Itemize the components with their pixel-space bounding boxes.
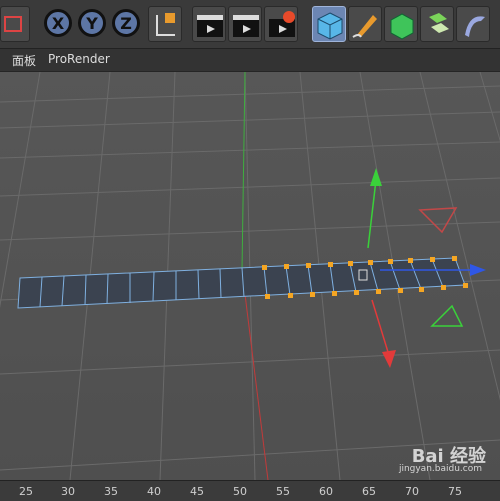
main-toolbar: X Y Z xyxy=(0,0,500,49)
coordinate-system-button[interactable] xyxy=(148,6,182,42)
gizmo-plane-xy-icon[interactable] xyxy=(430,304,464,327)
world-y-axis xyxy=(241,72,246,271)
stacked-cubes-icon xyxy=(429,13,449,33)
x-axis-label: X xyxy=(51,13,65,33)
viewport-menu-bar: 面板 ProRender xyxy=(0,49,500,72)
undo-icon[interactable] xyxy=(0,6,30,42)
gizmo-x-arrow-icon[interactable] xyxy=(382,350,396,368)
texture-mode-button[interactable] xyxy=(348,6,382,42)
x-axis-lock-button[interactable]: X xyxy=(44,9,72,37)
menu-panel[interactable]: 面板 xyxy=(12,52,36,69)
tube-icon xyxy=(465,16,485,37)
polygon-strip[interactable] xyxy=(17,256,468,309)
ruler-tick-label: 30 xyxy=(61,485,75,498)
gizmo-y-axis[interactable] xyxy=(367,179,377,249)
cube-icon xyxy=(317,12,343,40)
watermark-sub: jingyan.baidu.com xyxy=(398,464,482,474)
render-settings-button[interactable] xyxy=(264,6,298,42)
ruler-tick-label: 75 xyxy=(448,485,462,498)
gizmo-plane-xz-icon[interactable] xyxy=(418,207,458,234)
ruler-tick-label: 45 xyxy=(190,485,204,498)
model-mode-button[interactable] xyxy=(312,6,346,42)
y-axis-label: Y xyxy=(86,13,98,33)
world-x-axis xyxy=(241,269,269,480)
ruler-tick-label: 35 xyxy=(104,485,118,498)
gizmo-x-axis[interactable] xyxy=(371,299,389,353)
ruler-tick-label: 55 xyxy=(276,485,290,498)
render-view-button[interactable] xyxy=(192,6,226,42)
menu-prorender[interactable]: ProRender xyxy=(48,52,110,66)
polygon-mode-button[interactable] xyxy=(420,6,454,42)
point-mode-button[interactable] xyxy=(384,6,418,42)
ruler-tick-label: 70 xyxy=(405,485,419,498)
coordinate-system-icon xyxy=(156,13,175,36)
sculpt-mode-button[interactable] xyxy=(456,6,490,42)
render-picture-viewer-button[interactable] xyxy=(228,6,262,42)
gizmo-y-arrow-icon[interactable] xyxy=(370,168,382,186)
ruler-tick-label: 50 xyxy=(233,485,247,498)
gizmo-z-arrow-icon[interactable] xyxy=(470,264,486,276)
viewport-canvas xyxy=(0,72,500,480)
render-settings-icon xyxy=(269,11,295,37)
z-axis-lock-button[interactable]: Z xyxy=(112,9,140,37)
3d-viewport[interactable] xyxy=(0,72,500,480)
clapboard-icon xyxy=(197,15,223,37)
y-axis-lock-button[interactable]: Y xyxy=(78,9,106,37)
watermark: Bai 经验 jingyan.baidu.com xyxy=(399,442,486,474)
ruler-tick-label: 40 xyxy=(147,485,161,498)
brush-icon xyxy=(352,15,377,38)
z-axis-label: Z xyxy=(120,13,132,33)
green-cube-icon xyxy=(390,13,414,40)
ruler-tick-label: 65 xyxy=(362,485,376,498)
ruler-tick-label: 25 xyxy=(19,485,33,498)
ruler-tick-label: 60 xyxy=(319,485,333,498)
timeline-ruler[interactable]: 25 30 35 40 45 50 55 60 65 70 75 xyxy=(0,480,500,501)
clapboard-icon xyxy=(233,15,259,37)
